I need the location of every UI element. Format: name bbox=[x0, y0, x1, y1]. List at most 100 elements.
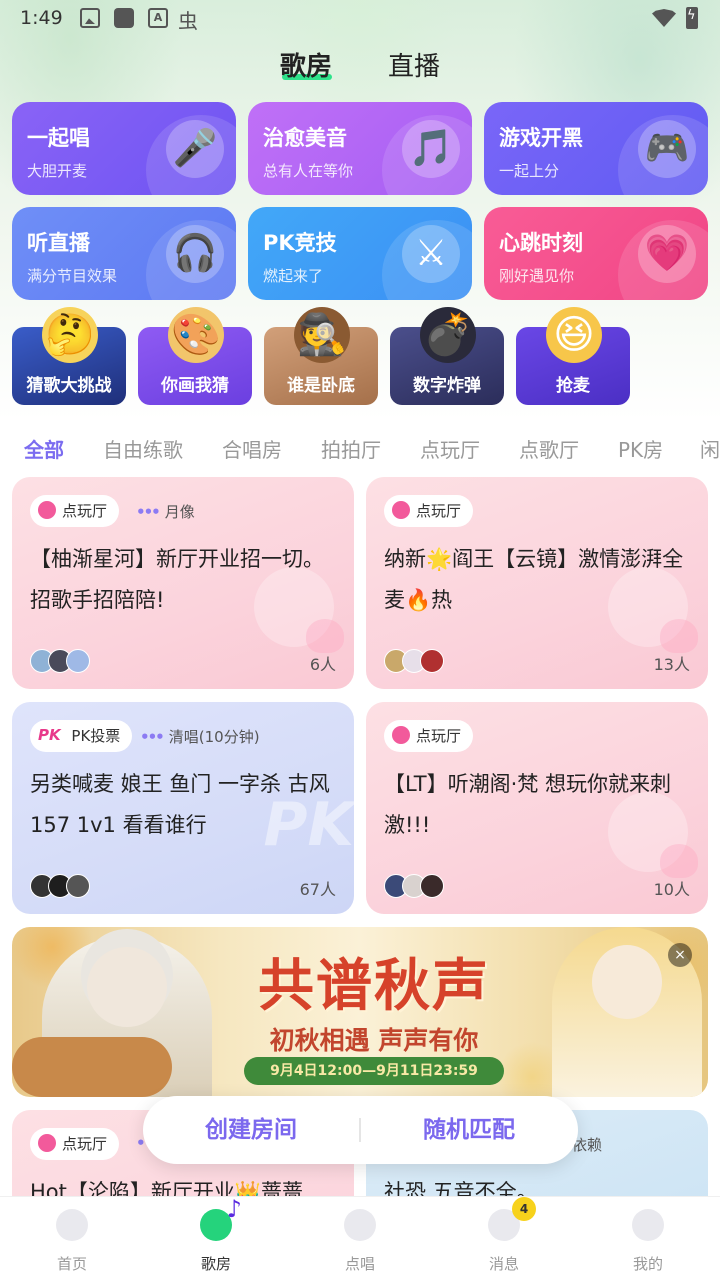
room-tag: PK PK投票 bbox=[30, 720, 133, 752]
filter-tab-clap[interactable]: 拍拍厅 bbox=[321, 434, 381, 463]
random-match-button[interactable]: 随机匹配 bbox=[361, 1096, 577, 1164]
event-banner[interactable]: 共谱秋声 初秋相遇 声声有你 9月4日12:00—9月11日23:59 × bbox=[12, 927, 708, 1097]
nav-label: 首页 bbox=[56, 1255, 87, 1273]
category-healing-voice[interactable]: 治愈美音 总有人在等你 🎵 bbox=[248, 102, 472, 195]
room-title: 社恐,五音不全。 bbox=[384, 1180, 538, 1196]
room-song: ••• 月像 bbox=[136, 503, 195, 521]
excited-face-icon: 😆 bbox=[546, 307, 602, 363]
game-label: 猜歌大挑战 bbox=[26, 376, 112, 396]
heart-icon: 💗 bbox=[638, 225, 696, 283]
battery-charging-icon bbox=[686, 7, 698, 29]
nav-home[interactable]: 首页 bbox=[0, 1197, 144, 1280]
song-room-icon bbox=[200, 1195, 242, 1241]
room-card[interactable]: PK PK PK投票 ••• 清唱(10分钟) 另类喊麦 娘王 鱼门 一字杀 古风… bbox=[12, 702, 354, 914]
status-bar: 1:49 A 虫 bbox=[0, 0, 720, 40]
filter-tab-chorus[interactable]: 合唱房 bbox=[222, 434, 282, 463]
play-hall-icon bbox=[392, 500, 410, 519]
bomb-icon: 💣 bbox=[420, 307, 476, 363]
create-room-button[interactable]: 创建房间 bbox=[143, 1096, 359, 1164]
avatar bbox=[66, 874, 90, 898]
font-notification-icon: A bbox=[148, 8, 168, 28]
image-notification-icon bbox=[80, 8, 100, 28]
nav-label: 消息 bbox=[488, 1255, 519, 1273]
room-song: ••• 清唱(10分钟) bbox=[140, 728, 260, 746]
game-number-bomb[interactable]: 💣 数字炸弹 bbox=[390, 307, 504, 405]
home-tree-icon bbox=[56, 1209, 88, 1241]
category-listen-live[interactable]: 听直播 满分节目效果 🎧 bbox=[12, 207, 236, 300]
filter-tab-play[interactable]: 点玩厅 bbox=[420, 434, 480, 463]
game-label: 数字炸弹 bbox=[413, 376, 481, 396]
game-guess-song[interactable]: 🤔 猜歌大挑战 bbox=[12, 307, 126, 405]
filter-tab-idle[interactable]: 闲 bbox=[700, 434, 720, 463]
game-grab-mic[interactable]: 😆 抢麦 bbox=[516, 307, 630, 405]
room-member-count: 10人 bbox=[653, 880, 690, 899]
category-sing-together[interactable]: 一起唱 大胆开麦 🎤 bbox=[12, 102, 236, 195]
gamepad-icon: 🎮 bbox=[638, 120, 696, 178]
nav-label: 我的 bbox=[632, 1255, 663, 1273]
sound-wave-icon: ••• bbox=[136, 503, 161, 521]
guitar-illustration bbox=[12, 1037, 172, 1097]
bottom-nav: 首页 歌房 点唱 4 消息 我的 bbox=[0, 1195, 720, 1280]
room-member-count: 13人 bbox=[653, 655, 690, 674]
play-hall-icon bbox=[38, 500, 56, 519]
room-card[interactable]: 点玩厅 纳新🌟阎王【云镜】激情澎湃全麦🔥热 13人 bbox=[366, 477, 708, 689]
filter-tab-all[interactable]: 全部 bbox=[24, 434, 64, 463]
nav-sing[interactable]: 点唱 bbox=[288, 1197, 432, 1280]
avatar bbox=[66, 649, 90, 673]
nav-label: 点唱 bbox=[344, 1255, 375, 1273]
category-gaming[interactable]: 游戏开黑 一起上分 🎮 bbox=[484, 102, 708, 195]
category-pk[interactable]: PK竞技 燃起来了 ⚔ bbox=[248, 207, 472, 300]
game-label: 抢麦 bbox=[556, 376, 590, 396]
app-notification-icon bbox=[114, 8, 134, 28]
room-title: 【柚渐星河】新厅开业招一切。招歌手招陪陪! bbox=[30, 547, 324, 612]
filter-tabs: 全部 自由练歌 合唱房 拍拍厅 点玩厅 点歌厅 PK房 闲 bbox=[0, 428, 720, 468]
room-member-count: 67人 bbox=[299, 880, 336, 899]
tab-song-room[interactable]: 歌房 bbox=[280, 46, 332, 83]
wifi-icon bbox=[652, 9, 676, 27]
filter-tab-song-request[interactable]: 点歌厅 bbox=[519, 434, 579, 463]
room-title: 纳新🌟阎王【云镜】激情澎湃全麦🔥热 bbox=[384, 547, 684, 612]
microphone-icon: 🎤 bbox=[166, 120, 224, 178]
game-draw-guess[interactable]: 🎨 你画我猜 bbox=[138, 307, 252, 405]
crossed-swords-icon: ⚔ bbox=[402, 225, 460, 283]
tab-live[interactable]: 直播 bbox=[388, 46, 440, 83]
nav-profile[interactable]: 我的 bbox=[576, 1197, 720, 1280]
room-title: 【LT】听潮阁·梵 想玩你就来刺激!!! bbox=[384, 772, 671, 837]
floating-action-bar: 创建房间 随机匹配 bbox=[143, 1096, 578, 1164]
room-tag: 点玩厅 bbox=[30, 495, 120, 527]
message-badge: 4 bbox=[512, 1197, 536, 1221]
avatar bbox=[420, 649, 444, 673]
game-label: 谁是卧底 bbox=[287, 376, 355, 396]
play-hall-icon bbox=[392, 725, 410, 744]
banner-date: 9月4日12:00—9月11日23:59 bbox=[244, 1057, 504, 1085]
room-tag: 点玩厅 bbox=[384, 495, 474, 527]
bug-notification-icon: 虫 bbox=[178, 9, 198, 33]
room-member-count: 6人 bbox=[309, 655, 336, 674]
room-card[interactable]: 点玩厅 ••• 月像 【柚渐星河】新厅开业招一切。招歌手招陪陪! 6人 bbox=[12, 477, 354, 689]
room-title: Hot【沦陷】新厅开业👑蔷蔷 bbox=[30, 1180, 304, 1196]
category-heartbeat[interactable]: 心跳时刻 刚好遇见你 💗 bbox=[484, 207, 708, 300]
game-label: 你画我猜 bbox=[161, 376, 229, 396]
avatar bbox=[420, 874, 444, 898]
paint-palette-icon: 🎨 bbox=[168, 307, 224, 363]
banner-title: 共谱秋声 bbox=[258, 953, 490, 1019]
game-undercover[interactable]: 🕵 谁是卧底 bbox=[264, 307, 378, 405]
status-time: 1:49 bbox=[20, 7, 63, 29]
nav-song-room[interactable]: 歌房 bbox=[144, 1195, 288, 1280]
room-tag: 点玩厅 bbox=[384, 720, 474, 752]
nav-label: 歌房 bbox=[200, 1255, 231, 1273]
filter-tab-free-practice[interactable]: 自由练歌 bbox=[103, 434, 183, 463]
headphones-icon: 🎧 bbox=[166, 225, 224, 283]
detective-hat-icon: 🕵 bbox=[294, 307, 350, 363]
play-hall-icon bbox=[38, 1133, 56, 1152]
profile-icon bbox=[632, 1209, 664, 1241]
banner-subtitle: 初秋相遇 声声有你 bbox=[269, 1026, 479, 1055]
filter-tab-pk[interactable]: PK房 bbox=[618, 434, 663, 463]
close-icon[interactable]: × bbox=[668, 943, 692, 967]
room-title: 另类喊麦 娘王 鱼门 一字杀 古风 157 1v1 看看谁行 bbox=[30, 772, 330, 837]
pk-icon: PK bbox=[38, 725, 61, 744]
top-tabs: 歌房 直播 bbox=[0, 40, 720, 90]
nav-messages[interactable]: 4 消息 bbox=[432, 1197, 576, 1280]
sound-wave-icon: ••• bbox=[140, 728, 165, 746]
room-card[interactable]: 点玩厅 【LT】听潮阁·梵 想玩你就来刺激!!! 10人 bbox=[366, 702, 708, 914]
